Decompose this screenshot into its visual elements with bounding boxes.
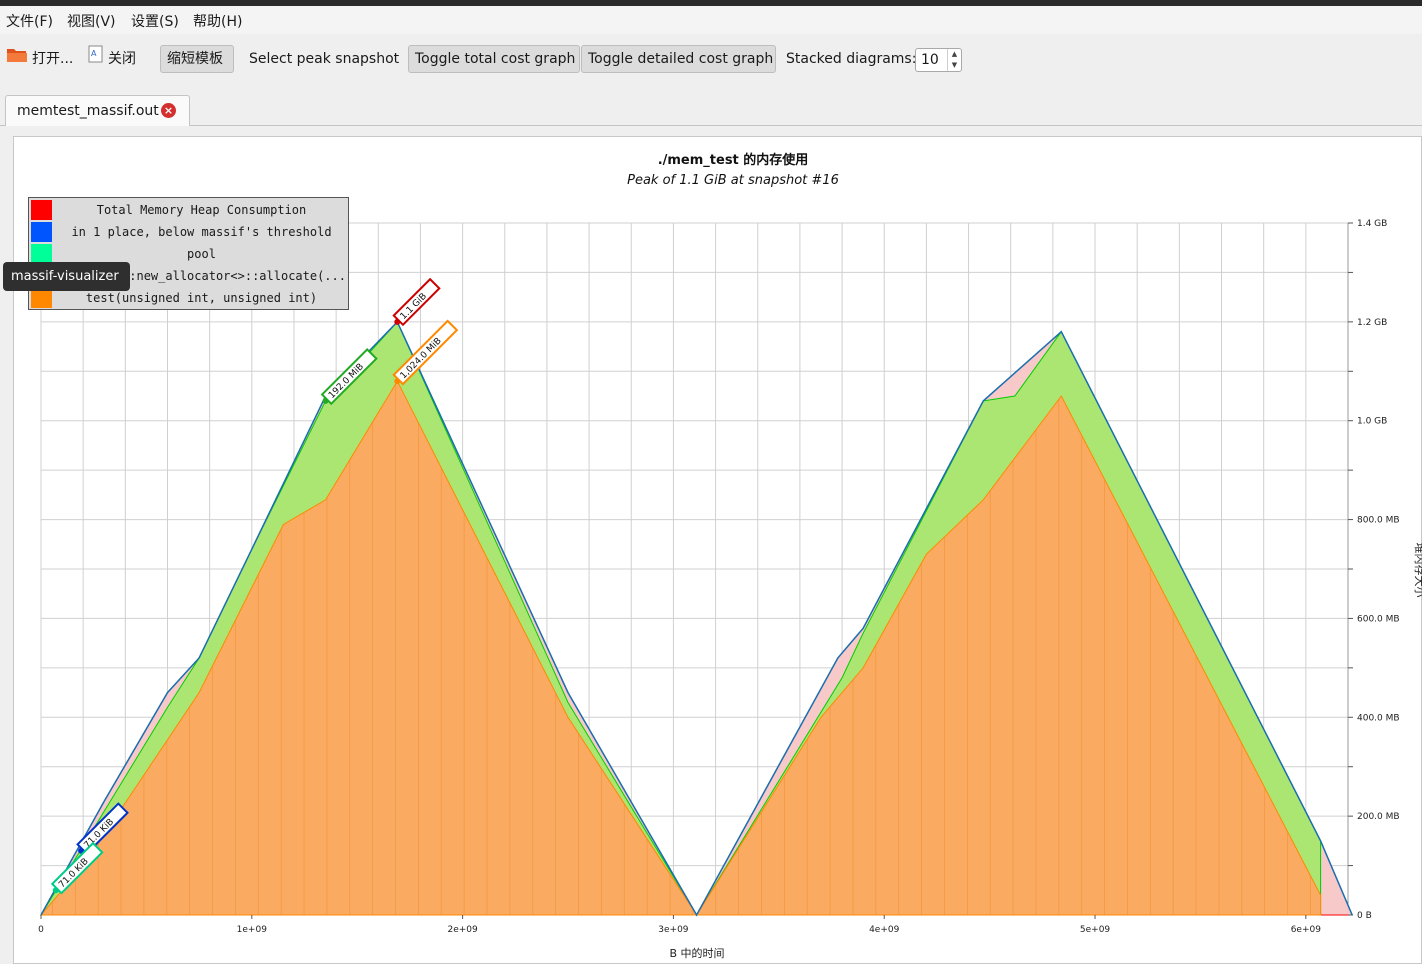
x-tick-label: 2e+09 <box>447 925 478 935</box>
tooltip: massif-visualizer <box>3 262 130 291</box>
x-tick-label: 3e+09 <box>658 925 689 935</box>
chart-legend: Total Memory Heap Consumption in 1 place… <box>28 197 349 310</box>
legend-label: pool <box>187 247 216 261</box>
legend-swatch <box>31 200 52 220</box>
x-tick-label: 1e+09 <box>237 925 268 935</box>
x-axis-label: B 中的时间 <box>669 946 724 960</box>
legend-label: test(unsigned int, unsigned int) <box>85 291 318 305</box>
y-tick-label: 400.0 MB <box>1357 713 1400 723</box>
chart-title: ./mem_test 的内存使用 <box>658 152 809 168</box>
legend-label: Total Memory Heap Consumption <box>96 203 307 217</box>
memory-chart: ./mem_test 的内存使用 Peak of 1.1 GiB at snap… <box>38 152 1422 960</box>
y-tick-label: 800.0 MB <box>1357 516 1400 526</box>
y-tick-label: 200.0 MB <box>1357 812 1400 822</box>
legend-swatch <box>31 288 52 308</box>
series-area <box>39 380 1322 916</box>
y-tick-label: 1.0 GB <box>1357 417 1387 427</box>
x-tick-label: 4e+09 <box>869 925 900 935</box>
y-tick-label: 1.2 GB <box>1357 318 1387 328</box>
x-tick-label: 5e+09 <box>1080 925 1111 935</box>
annotation-label: 1.1 GiB <box>392 277 441 327</box>
legend-item: in 1 place, below massif's threshold <box>29 221 348 243</box>
y-tick-label: 600.0 MB <box>1357 614 1400 624</box>
legend-label: in 1 place, below massif's threshold <box>71 225 332 239</box>
x-tick-label: 0 <box>38 925 44 935</box>
legend-swatch <box>31 244 52 264</box>
legend-swatch <box>31 222 52 242</box>
legend-item: Total Memory Heap Consumption <box>29 199 348 221</box>
x-tick-label: 6e+09 <box>1291 925 1322 935</box>
y-tick-label: 0 B <box>1357 911 1372 921</box>
y-axis-label: 堆内存大小 <box>1413 543 1422 598</box>
y-tick-label: 1.4 GB <box>1357 219 1387 229</box>
chart-subtitle: Peak of 1.1 GiB at snapshot #16 <box>627 173 839 188</box>
